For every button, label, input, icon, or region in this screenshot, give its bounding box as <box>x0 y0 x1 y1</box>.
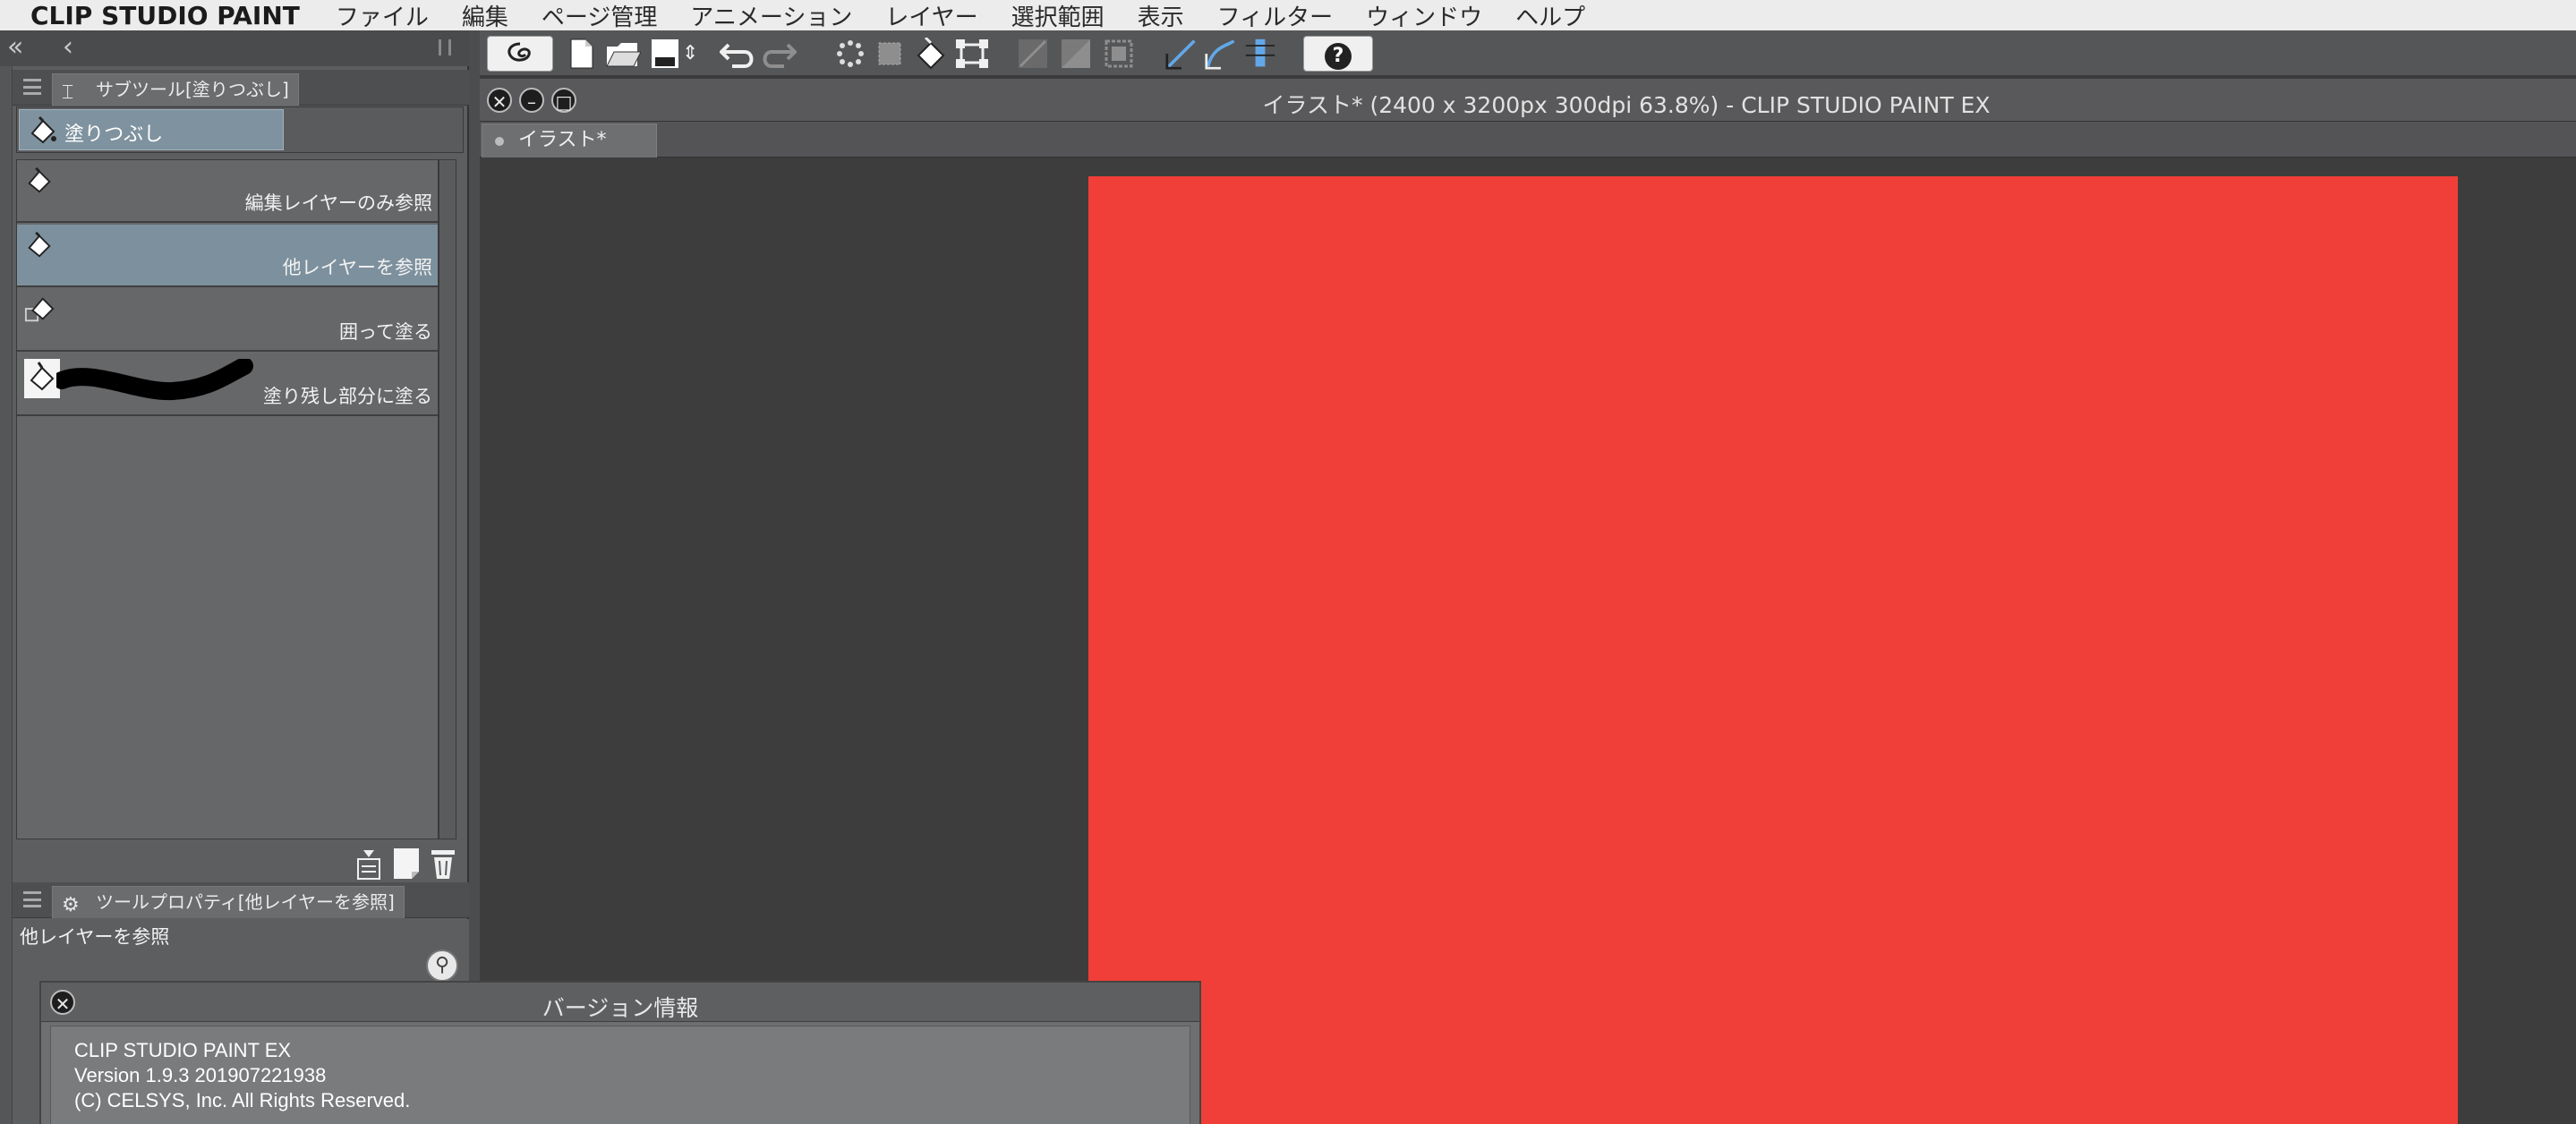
canvas[interactable] <box>1088 176 2458 1124</box>
panel-splitter[interactable] <box>469 30 480 1124</box>
magnifier-icon[interactable]: ⚲ <box>426 949 458 982</box>
fill-gaps-icon <box>24 359 60 398</box>
clip-studio-logo-icon <box>508 42 531 62</box>
menu-filter[interactable]: フィルター <box>1217 0 1333 32</box>
subtool-item-label: 編集レイヤーのみ参照 <box>244 192 432 214</box>
hide-outside-layer-icon[interactable] <box>1060 38 1092 70</box>
menu-layer[interactable]: レイヤー <box>885 0 977 32</box>
tool-property-tab-icon: ⚙ <box>62 894 80 916</box>
panel-dock-header: « ‹ <box>0 30 469 66</box>
menubar: CLIP STUDIO PAINT ファイル 編集 ページ管理 アニメーション … <box>0 0 2576 32</box>
tool-property-tab-label: ツールプロパティ[他レイヤーを参照] <box>96 891 395 913</box>
subtool-tab-icon: ⌶ <box>62 81 74 104</box>
copy-subtool-icon[interactable] <box>354 847 383 881</box>
save-options-arrow-icon[interactable]: ⇕ <box>682 38 698 70</box>
tile-icon[interactable] <box>1103 38 1135 70</box>
hide-outside-area-icon[interactable] <box>1017 38 1049 70</box>
subtool-list: 編集レイヤーのみ参照 他レイヤーを参照 囲って塗る 塗り残し部分に塗る <box>16 159 439 839</box>
subtool-item-label: 塗り残し部分に塗る <box>263 386 432 407</box>
subtool-item-label: 囲って塗る <box>339 321 432 343</box>
transform-icon[interactable] <box>954 38 990 70</box>
document-window-title: イラスト* (2400 x 3200px 300dpi 63.8%) - CLI… <box>1262 92 1991 118</box>
menu-view[interactable]: 表示 <box>1138 0 1184 32</box>
tab-modified-dot-icon <box>495 137 504 146</box>
panel-edge-strip <box>0 66 13 1124</box>
menu-help[interactable]: ヘルプ <box>1515 0 1585 32</box>
copyright-text: (C) CELSYS, Inc. All Rights Reserved. <box>74 1089 411 1111</box>
menu-file[interactable]: ファイル <box>336 0 429 32</box>
fill-bucket-icon <box>28 166 51 193</box>
panel-menu-icon[interactable] <box>23 891 41 907</box>
tool-property-current-tool: 他レイヤーを参照 <box>20 926 170 948</box>
dialog-body: CLIP STUDIO PAINT EX Version 1.9.3 20190… <box>50 1026 1190 1124</box>
menu-window[interactable]: ウィンドウ <box>1366 0 1482 32</box>
fill-bucket-icon <box>30 115 56 144</box>
document-tab-bar: イラスト* <box>480 122 2576 158</box>
subtool-item-refer-other-layers[interactable]: 他レイヤーを参照 <box>17 225 438 287</box>
dialog-title: バージョン情報 <box>542 995 699 1021</box>
product-name: CLIP STUDIO PAINT EX <box>74 1039 292 1061</box>
subtool-group-bar: 塗りつぶし <box>16 106 464 153</box>
crop-icon[interactable] <box>874 38 906 70</box>
redo-icon[interactable] <box>759 38 797 70</box>
trash-icon[interactable] <box>428 847 458 881</box>
fill-bucket-icon <box>28 231 51 258</box>
save-icon[interactable] <box>650 38 680 70</box>
collapse-panel-icon[interactable]: ‹ <box>63 34 73 61</box>
tool-property-tab[interactable]: ⚙ ツールプロパティ[他レイヤーを参照] <box>52 886 405 918</box>
help-button[interactable]: ? <box>1303 36 1373 72</box>
new-subtool-icon[interactable] <box>392 847 421 881</box>
snap-to-grid-icon[interactable] <box>1242 38 1278 70</box>
left-panel-dock: « ‹ ⌶ サブツール[塗りつぶし] 塗りつぶし 編集レイヤーのみ参照 他レイヤ… <box>0 30 469 1124</box>
panel-menu-icon[interactable] <box>23 79 41 95</box>
open-file-icon[interactable] <box>605 38 641 70</box>
clear-selection-icon[interactable] <box>834 38 866 70</box>
subtool-panel-header: ⌶ サブツール[塗りつぶし] <box>13 70 469 106</box>
subtool-actions <box>354 841 462 884</box>
panel-grip-handle[interactable] <box>439 39 451 55</box>
subtool-group-label: 塗りつぶし <box>64 123 164 146</box>
stroke-preview-image <box>56 359 253 401</box>
dialog-title-bar[interactable]: ✕ バージョン情報 <box>41 983 1199 1022</box>
command-bar: ⇕ ? <box>480 30 2576 77</box>
subtool-item-label: 他レイヤーを参照 <box>282 257 432 278</box>
enclose-fill-icon <box>24 297 55 322</box>
menu-page-management[interactable]: ページ管理 <box>542 0 657 32</box>
subtool-item-enclose-and-fill[interactable]: 囲って塗る <box>17 289 438 352</box>
document-title-bar: ✕ – □ イラスト* (2400 x 3200px 300dpi 63.8%)… <box>480 79 2576 122</box>
menu-selection[interactable]: 選択範囲 <box>1011 0 1105 32</box>
tool-property-panel-header: ⚙ ツールプロパティ[他レイヤーを参照] <box>13 882 469 918</box>
menu-animation[interactable]: アニメーション <box>690 0 852 32</box>
subtool-list-scrollbar[interactable] <box>439 159 456 839</box>
snap-to-special-ruler-icon[interactable] <box>1203 38 1239 70</box>
fill-icon[interactable] <box>913 38 949 70</box>
subtool-item-edit-layer-only[interactable]: 編集レイヤーのみ参照 <box>17 160 438 223</box>
app-name-menu[interactable]: CLIP STUDIO PAINT <box>30 1 300 30</box>
version-number: Version 1.9.3 201907221938 <box>74 1064 327 1086</box>
clip-studio-button[interactable] <box>487 36 553 72</box>
undo-icon[interactable] <box>720 38 757 70</box>
canvas-workspace[interactable] <box>480 158 2576 1124</box>
subtool-tab-label: サブツール[塗りつぶし] <box>96 79 289 100</box>
menu-edit[interactable]: 編集 <box>462 0 508 32</box>
subtool-tab[interactable]: ⌶ サブツール[塗りつぶし] <box>52 73 299 106</box>
help-icon: ? <box>1325 43 1352 70</box>
subtool-group-fill[interactable]: 塗りつぶし <box>19 109 284 150</box>
new-file-icon[interactable] <box>567 38 596 70</box>
snap-to-ruler-icon[interactable] <box>1164 38 1199 70</box>
version-info-dialog: ✕ バージョン情報 CLIP STUDIO PAINT EX Version 1… <box>39 981 1201 1124</box>
tab-illustration[interactable]: イラスト* <box>482 123 657 158</box>
collapse-all-icon[interactable]: « <box>7 34 23 61</box>
tab-label: イラスト* <box>518 129 607 151</box>
subtool-item-fill-gaps[interactable]: 塗り残し部分に塗る <box>17 353 438 416</box>
